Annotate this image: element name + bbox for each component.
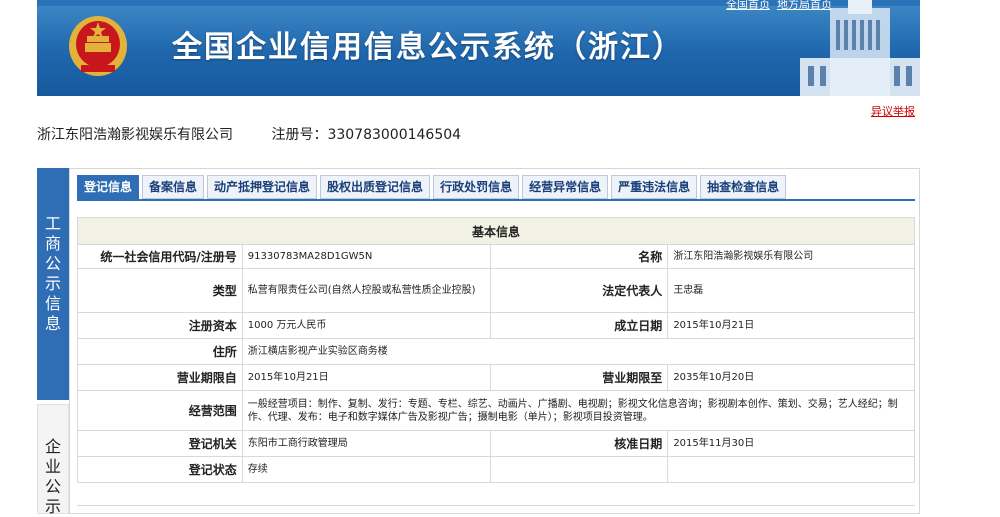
side-char: 息 — [44, 314, 61, 333]
building-icon — [800, 0, 920, 96]
tab-abnormal-operation[interactable]: 经营异常信息 — [522, 175, 609, 199]
company-name: 浙江东阳浩瀚影视娱乐有限公司 — [37, 127, 233, 143]
site-title: 全国企业信用信息公示系统（浙江） — [172, 30, 684, 65]
registration-number: 注册号：330783000146504 — [271, 127, 461, 143]
table-row: 统一社会信用代码/注册号 91330783MA28D1GW5N 名称 浙江东阳浩… — [77, 244, 915, 269]
side-char: 公 — [44, 477, 61, 496]
field-label: 法定代表人 — [489, 268, 669, 313]
side-char: 示 — [44, 497, 61, 516]
field-value: 2015年10月21日 — [241, 364, 491, 391]
site-banner: 全国企业信用信息公示系统（浙江） 全国首页 地方局首页 — [37, 0, 920, 96]
field-value — [667, 456, 915, 483]
side-char: 工 — [44, 214, 61, 233]
national-emblem-icon — [69, 16, 127, 76]
side-char: 示 — [44, 274, 61, 293]
side-char: 商 — [44, 234, 61, 253]
tab-bar: 登记信息 备案信息 动产抵押登记信息 股权出质登记信息 行政处罚信息 经营异常信… — [77, 175, 789, 199]
table-heading-row: 基本信息 — [77, 217, 915, 245]
field-label: 登记机关 — [77, 430, 243, 457]
tab-chattel-mortgage[interactable]: 动产抵押登记信息 — [207, 175, 318, 199]
field-label: 营业期限自 — [77, 364, 243, 391]
side-nav-business-info[interactable]: 工 商 公 示 信 息 — [37, 168, 69, 400]
side-char: 企 — [44, 437, 61, 456]
table-row: 注册资本 1000 万元人民币 成立日期 2015年10月21日 — [77, 312, 915, 339]
table-row: 类型 私营有限责任公司(自然人控股或私营性质企业控股) 法定代表人 王忠磊 — [77, 268, 915, 313]
national-home-link[interactable]: 全国首页 — [726, 0, 770, 11]
next-section-edge — [77, 505, 915, 516]
field-value: 东阳市工商行政管理局 — [241, 430, 491, 457]
field-value: 存续 — [241, 456, 491, 483]
field-value: 私营有限责任公司(自然人控股或私营性质企业控股) — [241, 268, 491, 313]
tab-registration[interactable]: 登记信息 — [77, 175, 140, 199]
side-char: 公 — [44, 254, 61, 273]
tab-spot-check[interactable]: 抽查检查信息 — [700, 175, 787, 199]
tab-underline — [77, 199, 915, 201]
company-line: 浙江东阳浩瀚影视娱乐有限公司 注册号：330783000146504 — [37, 124, 461, 144]
side-char: 业 — [44, 457, 61, 476]
field-value: 2035年10月20日 — [667, 364, 915, 391]
field-value: 91330783MA28D1GW5N — [241, 244, 491, 269]
side-char: 信 — [44, 294, 61, 313]
tab-equity-pledge[interactable]: 股权出质登记信息 — [320, 175, 431, 199]
field-value: 浙江横店影视产业实验区商务楼 — [241, 338, 916, 365]
table-row: 登记机关 东阳市工商行政管理局 核准日期 2015年11月30日 — [77, 430, 915, 457]
field-label — [489, 456, 669, 483]
basic-info-table: 基本信息 统一社会信用代码/注册号 91330783MA28D1GW5N 名称 … — [77, 217, 916, 483]
tab-admin-penalty[interactable]: 行政处罚信息 — [433, 175, 520, 199]
field-label: 类型 — [77, 268, 243, 313]
field-label: 统一社会信用代码/注册号 — [77, 244, 243, 269]
field-label: 营业期限至 — [489, 364, 669, 391]
main-panel: 登记信息 备案信息 动产抵押登记信息 股权出质登记信息 行政处罚信息 经营异常信… — [69, 168, 920, 514]
tab-filing[interactable]: 备案信息 — [142, 175, 205, 199]
field-value: 2015年11月30日 — [667, 430, 915, 457]
side-nav: 工 商 公 示 信 息 企 业 公 示 — [37, 168, 69, 516]
field-label: 核准日期 — [489, 430, 669, 457]
objection-report-link[interactable]: 异议举报 — [871, 103, 915, 119]
table-row: 登记状态 存续 — [77, 456, 915, 483]
tab-serious-violation[interactable]: 严重违法信息 — [611, 175, 698, 199]
field-value: 2015年10月21日 — [667, 312, 915, 339]
table-row: 营业期限自 2015年10月21日 营业期限至 2035年10月20日 — [77, 364, 915, 391]
field-value: 一般经营项目：制作、复制、发行：专题、专栏、综艺、动画片、广播剧、电视剧；影视文… — [241, 390, 916, 431]
field-value: 王忠磊 — [667, 268, 915, 313]
field-value: 1000 万元人民币 — [241, 312, 491, 339]
reg-label: 注册号： — [271, 127, 328, 143]
reg-value: 330783000146504 — [327, 127, 462, 143]
table-heading: 基本信息 — [77, 217, 915, 245]
field-label: 经营范围 — [77, 390, 243, 431]
field-value: 浙江东阳浩瀚影视娱乐有限公司 — [667, 244, 915, 269]
field-label: 登记状态 — [77, 456, 243, 483]
side-nav-enterprise-info[interactable]: 企 业 公 示 — [37, 404, 69, 516]
field-label: 成立日期 — [489, 312, 669, 339]
table-row: 住所 浙江横店影视产业实验区商务楼 — [77, 338, 916, 365]
field-label: 注册资本 — [77, 312, 243, 339]
table-row: 经营范围 一般经营项目：制作、复制、发行：专题、专栏、综艺、动画片、广播剧、电视… — [77, 390, 916, 431]
field-label: 名称 — [489, 244, 669, 269]
field-label: 住所 — [77, 338, 243, 365]
